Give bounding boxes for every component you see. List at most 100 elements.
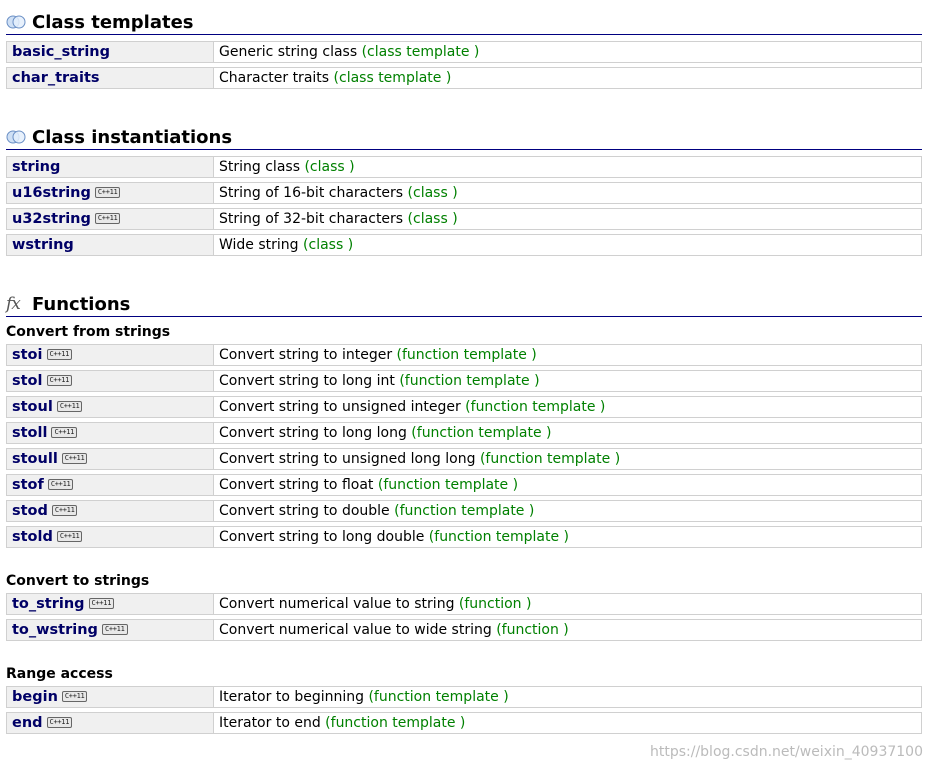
section-title: Functions <box>32 293 131 315</box>
table-row: stod C++11 Convert string to double (funct… <box>6 500 922 522</box>
member-kind: (function ) <box>458 596 532 612</box>
member-kind: (function ) <box>496 622 569 638</box>
member-name-cell: stoull C++11 <box>6 448 213 470</box>
member-link-basic-string[interactable]: basic_string <box>12 44 110 60</box>
cpp11-badge-icon: C++11 <box>51 505 78 516</box>
section-title: Class templates <box>32 11 194 33</box>
member-link-begin[interactable]: begin <box>12 689 58 705</box>
member-desc-cell: String of 32-bit characters (class ) <box>213 208 922 230</box>
member-desc-cell: Wide string (class ) <box>213 234 922 256</box>
member-link-stod[interactable]: stod <box>12 503 48 519</box>
member-desc-cell: Convert string to long double (function … <box>213 526 922 548</box>
table-row: stoul C++11 Convert string to unsigned int… <box>6 396 922 418</box>
member-name-cell: to_string C++11 <box>6 593 213 615</box>
cpp11-badge-icon: C++11 <box>56 531 83 542</box>
table-row: end C++11 Iterator to end (function templa… <box>6 712 922 734</box>
member-name-cell: wstring <box>6 234 213 256</box>
member-description: Convert string to long int <box>219 373 395 389</box>
subsection-heading: Range access <box>6 666 113 682</box>
member-kind: (function template ) <box>411 425 552 441</box>
member-kind: (function template ) <box>394 503 535 519</box>
table-row: u16string C++11 String of 16-bit character… <box>6 182 922 204</box>
table-row: begin C++11 Iterator to beginning (functio… <box>6 686 922 708</box>
member-description: Convert numerical value to string <box>219 596 455 612</box>
member-description: String of 32-bit characters <box>219 211 404 227</box>
section-functions: fx Functions <box>6 292 922 317</box>
member-link-wstring[interactable]: wstring <box>12 237 74 253</box>
member-description: Convert string to unsigned long long <box>219 451 476 467</box>
member-desc-cell: String of 16-bit characters (class ) <box>213 182 922 204</box>
class-instantiations-table: string String class (class ) u16string C++1… <box>6 152 922 260</box>
table-row: to_wstring C++11 Convert numerical value t… <box>6 619 922 641</box>
member-link-u32string[interactable]: u32string <box>12 211 91 227</box>
member-description: Convert string to unsigned integer <box>219 399 461 415</box>
section-title: Class instantiations <box>32 126 233 148</box>
section-class-templates: Class templates <box>6 10 922 35</box>
member-link-to-wstring[interactable]: to_wstring <box>12 622 98 638</box>
member-name-cell: stoll C++11 <box>6 422 213 444</box>
member-link-stold[interactable]: stold <box>12 529 53 545</box>
member-name-cell: basic_string <box>6 41 213 63</box>
cpp11-badge-icon: C++11 <box>46 349 73 360</box>
watermark: https://blog.csdn.net/weixin_40937100 <box>649 744 923 760</box>
member-name-cell: string <box>6 156 213 178</box>
member-description: Convert string to long double <box>219 529 425 545</box>
member-link-string[interactable]: string <box>12 159 60 175</box>
member-kind: (function template ) <box>396 347 537 363</box>
table-row: wstring Wide string (class ) <box>6 234 922 256</box>
table-row: char_traits Character traits (class templ… <box>6 67 922 89</box>
member-desc-cell: Convert numerical value to wide string (… <box>213 619 922 641</box>
member-description: Convert numerical value to wide string <box>219 622 492 638</box>
member-link-stoul[interactable]: stoul <box>12 399 53 415</box>
member-kind: (function template ) <box>479 451 621 467</box>
member-name-cell: stold C++11 <box>6 526 213 548</box>
member-link-char-traits[interactable]: char_traits <box>12 70 100 86</box>
table-row: stol C++11 Convert string to long int (fun… <box>6 370 922 392</box>
member-kind: (class ) <box>407 211 458 227</box>
member-kind: (function template ) <box>377 477 519 493</box>
table-row: basic_string Generic string class (class … <box>6 41 922 63</box>
member-kind: (class ) <box>303 237 354 253</box>
member-desc-cell: Convert string to unsigned long long (fu… <box>213 448 922 470</box>
member-kind: (class template ) <box>361 44 480 60</box>
member-kind: (class ) <box>304 159 355 175</box>
member-description: String class <box>219 159 300 175</box>
member-name-cell: u32string C++11 <box>6 208 213 230</box>
member-description: Convert string to float <box>219 477 374 493</box>
class-templates-table: basic_string Generic string class (class … <box>6 37 922 93</box>
cpp11-badge-icon: C++11 <box>94 187 121 198</box>
member-link-stoi[interactable]: stoi <box>12 347 43 363</box>
member-name-cell: stod C++11 <box>6 500 213 522</box>
class-icon <box>6 13 28 31</box>
table-row: stoi C++11 Convert string to integer (func… <box>6 344 922 366</box>
member-link-to-string[interactable]: to_string <box>12 596 85 612</box>
cpp11-badge-icon: C++11 <box>46 717 73 728</box>
subsection-heading: Convert to strings <box>6 573 150 589</box>
cpp11-badge-icon: C++11 <box>56 401 83 412</box>
cpp11-badge-icon: C++11 <box>88 598 115 609</box>
cpp11-badge-icon: C++11 <box>61 453 88 464</box>
cpp11-badge-icon: C++11 <box>51 427 78 438</box>
member-name-cell: stol C++11 <box>6 370 213 392</box>
member-name-cell: char_traits <box>6 67 213 89</box>
member-link-u16string[interactable]: u16string <box>12 185 91 201</box>
member-desc-cell: Convert string to long int (function tem… <box>213 370 922 392</box>
member-link-stol[interactable]: stol <box>12 373 43 389</box>
member-desc-cell: String class (class ) <box>213 156 922 178</box>
table-row: stoull C++11 Convert string to unsigned lo… <box>6 448 922 470</box>
member-link-stof[interactable]: stof <box>12 477 44 493</box>
cpp11-badge-icon: C++11 <box>94 213 121 224</box>
subsection-heading: Convert from strings <box>6 324 171 340</box>
fx-icon: fx <box>6 294 21 314</box>
member-link-stoll[interactable]: stoll <box>12 425 47 441</box>
member-desc-cell: Convert string to long long (function te… <box>213 422 922 444</box>
member-description: Convert string to double <box>219 503 390 519</box>
table-row: stoll C++11 Convert string to long long (f… <box>6 422 922 444</box>
member-link-end[interactable]: end <box>12 715 43 731</box>
member-kind: (class ) <box>407 185 458 201</box>
functions-table: begin C++11 Iterator to beginning (functio… <box>6 682 922 738</box>
class-icon <box>6 128 28 146</box>
member-link-stoull[interactable]: stoull <box>12 451 58 467</box>
member-name-cell: stoul C++11 <box>6 396 213 418</box>
